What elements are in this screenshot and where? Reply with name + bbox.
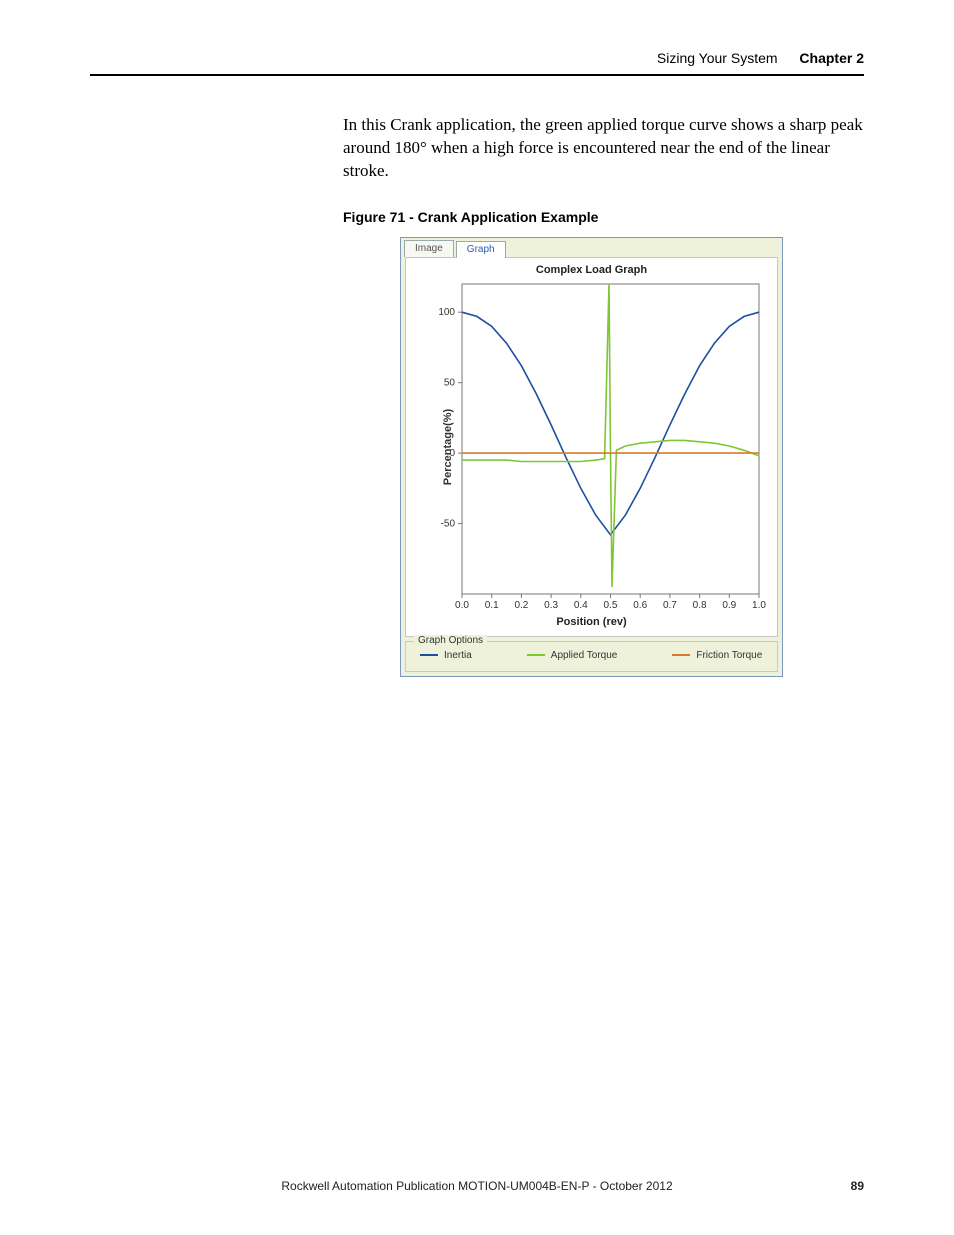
footer-page-number: 89 [851, 1179, 864, 1193]
graph-panel: Image Graph Complex Load Graph Percentag… [400, 237, 783, 677]
swatch-friction-icon [672, 654, 690, 656]
legend-friction-label: Friction Torque [696, 650, 762, 661]
tab-graph[interactable]: Graph [456, 241, 506, 258]
legend-inertia: Inertia [420, 650, 472, 661]
tab-image[interactable]: Image [404, 240, 454, 257]
footer-publication: Rockwell Automation Publication MOTION-U… [281, 1179, 672, 1193]
legend-inertia-label: Inertia [444, 650, 472, 661]
chart-plot: -500501000.00.10.20.30.40.50.60.70.80.91… [414, 278, 769, 618]
figure-wrapper: Image Graph Complex Load Graph Percentag… [400, 237, 864, 677]
svg-text:0.1: 0.1 [485, 600, 499, 611]
figure-caption: Figure 71 - Crank Application Example [343, 209, 864, 225]
chart-ylabel: Percentage(%) [442, 409, 454, 485]
running-header: Sizing Your System Chapter 2 [90, 50, 864, 66]
svg-text:0.6: 0.6 [633, 600, 647, 611]
legend-row: Inertia Applied Torque Friction Torque [414, 650, 769, 661]
chart-xlabel: Position (rev) [414, 616, 769, 628]
page-footer: Rockwell Automation Publication MOTION-U… [90, 1179, 864, 1193]
header-chapter: Chapter 2 [799, 50, 864, 66]
svg-text:0.3: 0.3 [544, 600, 558, 611]
graph-options-group: Graph Options Inertia Applied Torque Fri… [405, 641, 778, 672]
svg-text:0.5: 0.5 [604, 600, 618, 611]
swatch-applied-icon [527, 654, 545, 656]
header-section: Sizing Your System [657, 50, 778, 66]
svg-text:100: 100 [438, 307, 455, 318]
swatch-inertia-icon [420, 654, 438, 656]
legend-applied-label: Applied Torque [551, 650, 618, 661]
svg-text:0.7: 0.7 [663, 600, 677, 611]
svg-text:0.4: 0.4 [574, 600, 588, 611]
tab-strip: Image Graph [401, 238, 782, 257]
legend-friction: Friction Torque [672, 650, 762, 661]
chart-title: Complex Load Graph [414, 264, 769, 276]
svg-text:50: 50 [444, 377, 456, 388]
header-rule [90, 74, 864, 76]
graph-options-label: Graph Options [414, 635, 487, 646]
svg-text:0.9: 0.9 [722, 600, 736, 611]
body-paragraph: In this Crank application, the green app… [343, 114, 864, 183]
svg-text:0.2: 0.2 [514, 600, 528, 611]
svg-text:0.8: 0.8 [693, 600, 707, 611]
legend-applied: Applied Torque [527, 650, 618, 661]
svg-text:1.0: 1.0 [752, 600, 766, 611]
svg-text:-50: -50 [441, 518, 456, 529]
svg-text:0.0: 0.0 [455, 600, 469, 611]
chart-container: Complex Load Graph Percentage(%) -500501… [405, 257, 778, 637]
